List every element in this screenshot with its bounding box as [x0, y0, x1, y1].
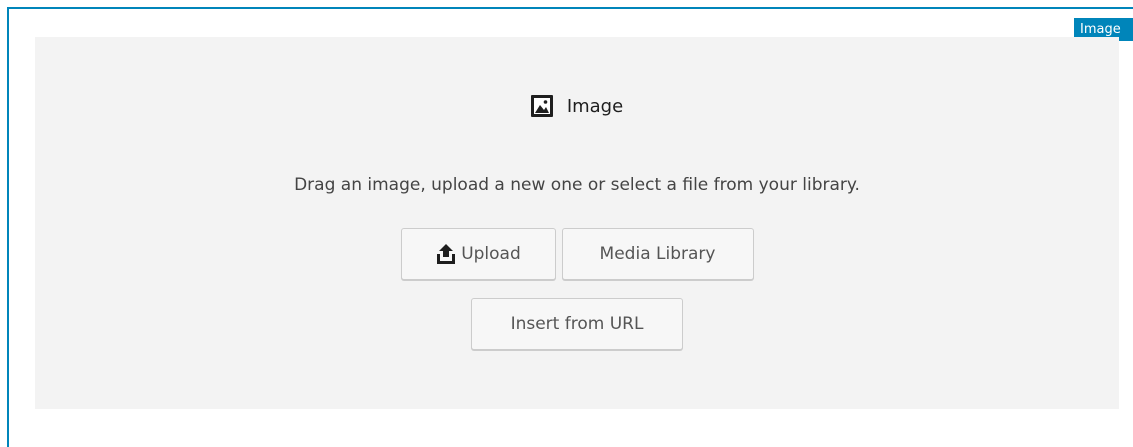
upload-icon — [435, 243, 457, 265]
placeholder-header: Image — [35, 95, 1119, 117]
media-library-button[interactable]: Media Library — [561, 228, 754, 280]
button-row-secondary: Insert from URL — [35, 298, 1119, 350]
button-row-primary: Upload Media Library — [35, 228, 1119, 280]
media-library-button-label: Media Library — [599, 244, 716, 264]
upload-button[interactable]: Upload — [400, 228, 556, 280]
placeholder-title: Image — [566, 95, 624, 117]
upload-button-label: Upload — [461, 244, 521, 264]
insert-from-url-button[interactable]: Insert from URL — [471, 298, 683, 350]
placeholder-instructions: Drag an image, upload a new one or selec… — [294, 175, 860, 195]
image-icon — [530, 95, 553, 117]
insert-from-url-button-label: Insert from URL — [510, 314, 644, 334]
image-placeholder[interactable]: Image Drag an image, upload a new one or… — [35, 37, 1119, 409]
